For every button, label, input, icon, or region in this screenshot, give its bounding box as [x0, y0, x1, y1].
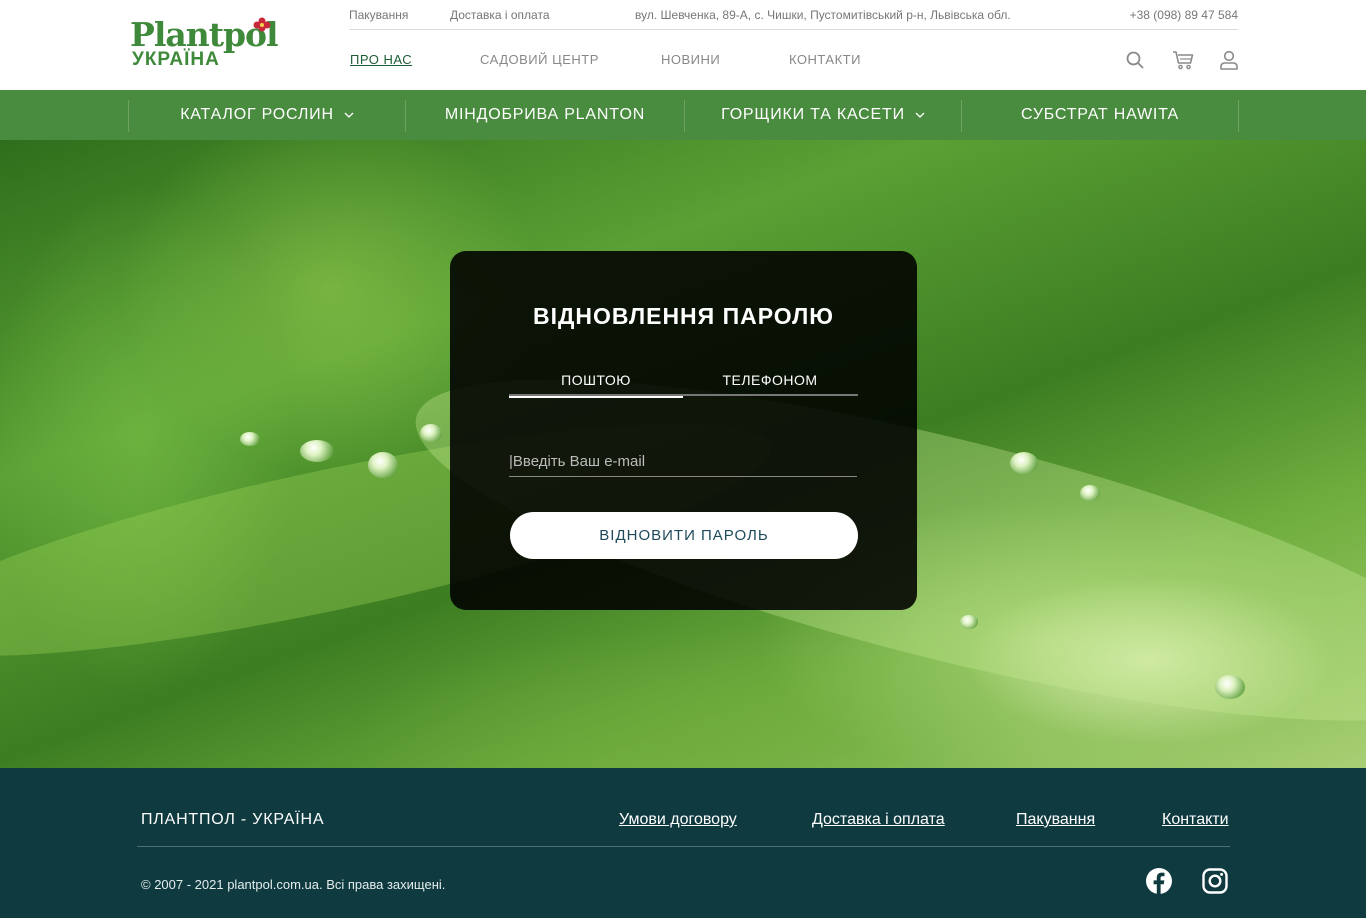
search-icon[interactable]	[1124, 49, 1146, 71]
site-logo[interactable]: Plantpol УКРАЇНА	[130, 16, 286, 70]
reset-password-button[interactable]: ВІДНОВИТИ ПАРОЛЬ	[510, 512, 858, 559]
category-bar: КАТАЛОГ РОСЛИН МІНДОБРИВА PLANTON ГОРЩИК…	[0, 90, 1366, 140]
phone-number[interactable]: +38 (098) 89 47 584	[1130, 8, 1238, 22]
nav-item-about[interactable]: ПРО НАС	[350, 52, 412, 67]
logo-subtitle: УКРАЇНА	[132, 49, 220, 70]
tab-email[interactable]: ПОШТОЮ	[509, 372, 683, 398]
category-label: СУБСТРАТ HAWITA	[1021, 106, 1179, 123]
flower-icon	[253, 17, 271, 32]
footer-link-contacts[interactable]: Контакти	[1162, 811, 1229, 829]
water-drop	[960, 615, 978, 629]
chevron-down-icon	[915, 112, 925, 118]
nav-item-news[interactable]: НОВИНИ	[661, 52, 720, 67]
email-input[interactable]	[509, 447, 857, 477]
header-actions	[1124, 49, 1240, 71]
water-drop	[420, 424, 442, 442]
category-divider	[1238, 100, 1239, 132]
category-label: КАТАЛОГ РОСЛИН	[180, 106, 334, 123]
category-pots[interactable]: ГОРЩИКИ ТА КАСЕТИ	[685, 90, 961, 140]
category-fertilizers[interactable]: МІНДОБРИВА PLANTON	[406, 90, 684, 140]
water-drop	[368, 452, 398, 478]
nav-item-garden-center[interactable]: САДОВИЙ ЦЕНТР	[480, 52, 599, 67]
cart-icon[interactable]	[1172, 49, 1194, 71]
site-footer: ПЛАНТПОЛ - УКРАЇНА Умови договору Достав…	[0, 768, 1366, 918]
water-drop	[1215, 675, 1245, 699]
instagram-icon[interactable]	[1201, 867, 1229, 895]
footer-link-delivery[interactable]: Доставка і оплата	[812, 811, 945, 829]
footer-link-terms[interactable]: Умови договору	[619, 811, 737, 829]
footer-link-packaging[interactable]: Пакування	[1016, 811, 1095, 829]
tab-phone[interactable]: ТЕЛЕФОНОМ	[683, 372, 857, 396]
top-link-packaging[interactable]: Пакування	[349, 8, 408, 22]
water-drop	[240, 432, 260, 446]
category-substrate[interactable]: СУБСТРАТ HAWITA	[962, 90, 1238, 140]
chevron-down-icon	[344, 112, 354, 118]
category-plant-catalog[interactable]: КАТАЛОГ РОСЛИН	[129, 90, 405, 140]
reset-method-tabs: ПОШТОЮ ТЕЛЕФОНОМ	[509, 372, 858, 398]
user-icon[interactable]	[1218, 49, 1240, 71]
water-drop	[1080, 485, 1100, 501]
water-drop	[300, 440, 334, 462]
nav-item-contacts[interactable]: КОНТАКТИ	[789, 52, 861, 67]
facebook-icon[interactable]	[1145, 867, 1173, 895]
top-link-delivery[interactable]: Доставка і оплата	[450, 8, 550, 22]
address-text: вул. Шевченка, 89-А, с. Чишки, Пустомиті…	[635, 8, 1011, 22]
water-drop	[1010, 452, 1038, 474]
copyright-text: © 2007 - 2021 plantpol.com.ua. Всі права…	[141, 877, 446, 892]
footer-brand: ПЛАНТПОЛ - УКРАЇНА	[141, 811, 325, 828]
category-label: ГОРЩИКИ ТА КАСЕТИ	[721, 106, 905, 123]
hero-background: ВІДНОВЛЕННЯ ПАРОЛЮ ПОШТОЮ ТЕЛЕФОНОМ ВІДН…	[0, 140, 1366, 768]
password-reset-card: ВІДНОВЛЕННЯ ПАРОЛЮ ПОШТОЮ ТЕЛЕФОНОМ ВІДН…	[450, 251, 917, 610]
top-info-bar: Пакування Доставка і оплата вул. Шевченк…	[349, 0, 1238, 30]
reset-title: ВІДНОВЛЕННЯ ПАРОЛЮ	[533, 303, 834, 329]
category-label: МІНДОБРИВА PLANTON	[444, 106, 646, 123]
footer-divider	[137, 846, 1230, 847]
site-header: Plantpol УКРАЇНА Пакування Доставка і оп…	[0, 0, 1366, 90]
